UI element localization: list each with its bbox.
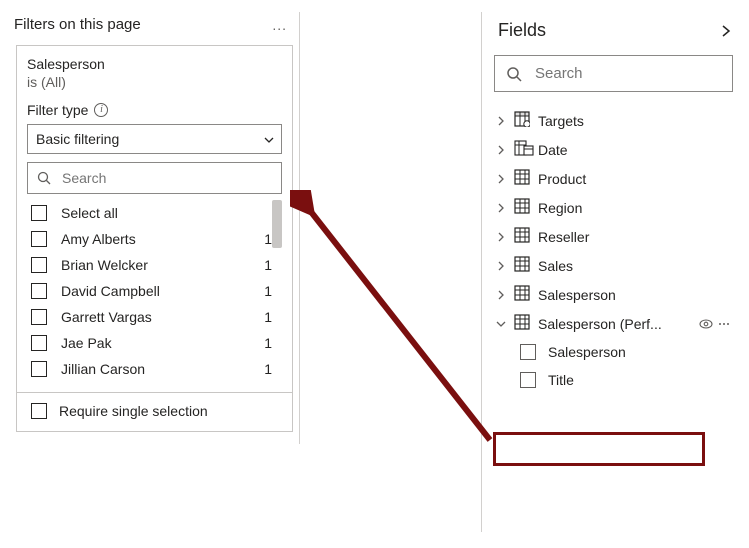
filter-value-label: Brian Welcker xyxy=(61,257,256,273)
table-label: Sales xyxy=(538,258,731,274)
filter-value-row[interactable]: Brian Welcker 1 xyxy=(27,252,282,278)
table-date[interactable]: Date xyxy=(494,135,733,164)
table-label: Date xyxy=(538,142,731,158)
chevron-right-icon xyxy=(496,258,506,274)
table-label: Salesperson xyxy=(538,287,731,303)
require-single-label: Require single selection xyxy=(59,403,208,419)
filter-card: Salesperson is (All) Filter type i Basic… xyxy=(16,45,293,432)
filter-value-row[interactable]: Garrett Vargas 1 xyxy=(27,304,282,330)
chevron-right-icon xyxy=(496,142,506,158)
filter-value-count: 1 xyxy=(256,335,272,351)
filter-value-label: Jillian Carson xyxy=(61,361,256,377)
field-label: Salesperson xyxy=(548,344,626,360)
info-icon[interactable]: i xyxy=(94,103,108,117)
chevron-right-icon xyxy=(496,229,506,245)
more-options-icon[interactable] xyxy=(717,317,731,331)
require-single-row[interactable]: Require single selection xyxy=(27,393,282,419)
eye-icon[interactable] xyxy=(699,317,713,331)
table-targets[interactable]: Targets xyxy=(494,106,733,135)
filter-value-row[interactable]: Amy Alberts 1 xyxy=(27,226,282,252)
filter-type-label-row: Filter type i xyxy=(27,102,282,118)
collapse-panel-button[interactable] xyxy=(719,24,733,38)
filters-title: Filters on this page xyxy=(14,16,141,33)
filter-value-row[interactable]: Jae Pak 1 xyxy=(27,330,282,356)
date-table-icon xyxy=(514,140,530,159)
chevron-right-icon xyxy=(496,113,506,129)
table-salesperson[interactable]: Salesperson xyxy=(494,280,733,309)
filter-value-count: 1 xyxy=(256,309,272,325)
filter-value-row[interactable]: David Campbell 1 xyxy=(27,278,282,304)
filter-value-row[interactable]: Select all xyxy=(27,200,282,226)
table-reseller[interactable]: Reseller xyxy=(494,222,733,251)
table-icon xyxy=(514,227,530,246)
more-options-button[interactable]: ... xyxy=(272,17,291,33)
filter-value-count: 1 xyxy=(256,361,272,377)
checkbox[interactable] xyxy=(31,361,47,377)
filter-value-list: Select all Amy Alberts 1 Brian Welcker 1… xyxy=(27,200,282,382)
table-label: Reseller xyxy=(538,229,731,245)
table-sales[interactable]: Sales xyxy=(494,251,733,280)
calc-table-icon xyxy=(514,111,530,130)
filter-value-count: 1 xyxy=(256,231,272,247)
table-icon xyxy=(514,198,530,217)
filter-search-box[interactable] xyxy=(27,162,282,194)
checkbox[interactable] xyxy=(31,231,47,247)
field-checkbox[interactable] xyxy=(520,372,536,388)
filter-field-status: is (All) xyxy=(27,74,282,90)
table-label: Salesperson (Perf... xyxy=(538,316,691,332)
field-checkbox[interactable] xyxy=(520,344,536,360)
field-salesperson[interactable]: Salesperson xyxy=(494,338,733,366)
chevron-right-icon xyxy=(496,200,506,216)
table-icon xyxy=(514,256,530,275)
checkbox[interactable] xyxy=(31,309,47,325)
fields-panel: Fields Targets Date Product xyxy=(481,12,739,532)
filter-value-row[interactable]: Jillian Carson 1 xyxy=(27,356,282,382)
table-icon xyxy=(514,285,530,304)
table-label: Targets xyxy=(538,113,731,129)
checkbox[interactable] xyxy=(31,205,47,221)
table-region[interactable]: Region xyxy=(494,193,733,222)
checkbox[interactable] xyxy=(31,283,47,299)
chevron-down-icon xyxy=(263,134,273,144)
filter-search-input[interactable] xyxy=(60,169,273,187)
fields-search-box[interactable] xyxy=(494,55,733,92)
search-icon xyxy=(36,170,52,186)
filters-header: Filters on this page ... xyxy=(10,12,299,45)
chevron-right-icon xyxy=(496,171,506,187)
filter-value-label: Amy Alberts xyxy=(61,231,256,247)
table-icon xyxy=(514,169,530,188)
filter-value-label: Jae Pak xyxy=(61,335,256,351)
table-label: Product xyxy=(538,171,731,187)
filter-type-select[interactable]: Basic filtering xyxy=(27,124,282,154)
filter-type-value: Basic filtering xyxy=(36,131,119,147)
require-single-checkbox[interactable] xyxy=(31,403,47,419)
fields-tree: Targets Date Product Region Reseller xyxy=(494,106,739,394)
chevron-right-icon xyxy=(496,287,506,303)
table-icon xyxy=(514,314,530,333)
table-salesperson-perf[interactable]: Salesperson (Perf... xyxy=(494,309,733,338)
field-title[interactable]: Title xyxy=(494,366,733,394)
checkbox[interactable] xyxy=(31,335,47,351)
table-product[interactable]: Product xyxy=(494,164,733,193)
search-icon xyxy=(505,65,523,83)
filters-panel: Filters on this page ... Salesperson is … xyxy=(10,12,300,444)
fields-search-input[interactable] xyxy=(533,64,736,83)
scrollbar-thumb[interactable] xyxy=(272,200,282,248)
table-label: Region xyxy=(538,200,731,216)
filter-value-count: 1 xyxy=(256,283,272,299)
filter-value-label: Garrett Vargas xyxy=(61,309,256,325)
filter-value-label: Select all xyxy=(61,205,264,221)
filter-value-count: 1 xyxy=(256,257,272,273)
filter-value-label: David Campbell xyxy=(61,283,256,299)
checkbox[interactable] xyxy=(31,257,47,273)
field-label: Title xyxy=(548,372,574,388)
fields-header: Fields xyxy=(494,12,739,55)
filter-type-label: Filter type xyxy=(27,102,88,118)
fields-title: Fields xyxy=(498,20,546,41)
chevron-down-icon xyxy=(496,316,506,332)
filter-field-name: Salesperson xyxy=(27,56,282,72)
